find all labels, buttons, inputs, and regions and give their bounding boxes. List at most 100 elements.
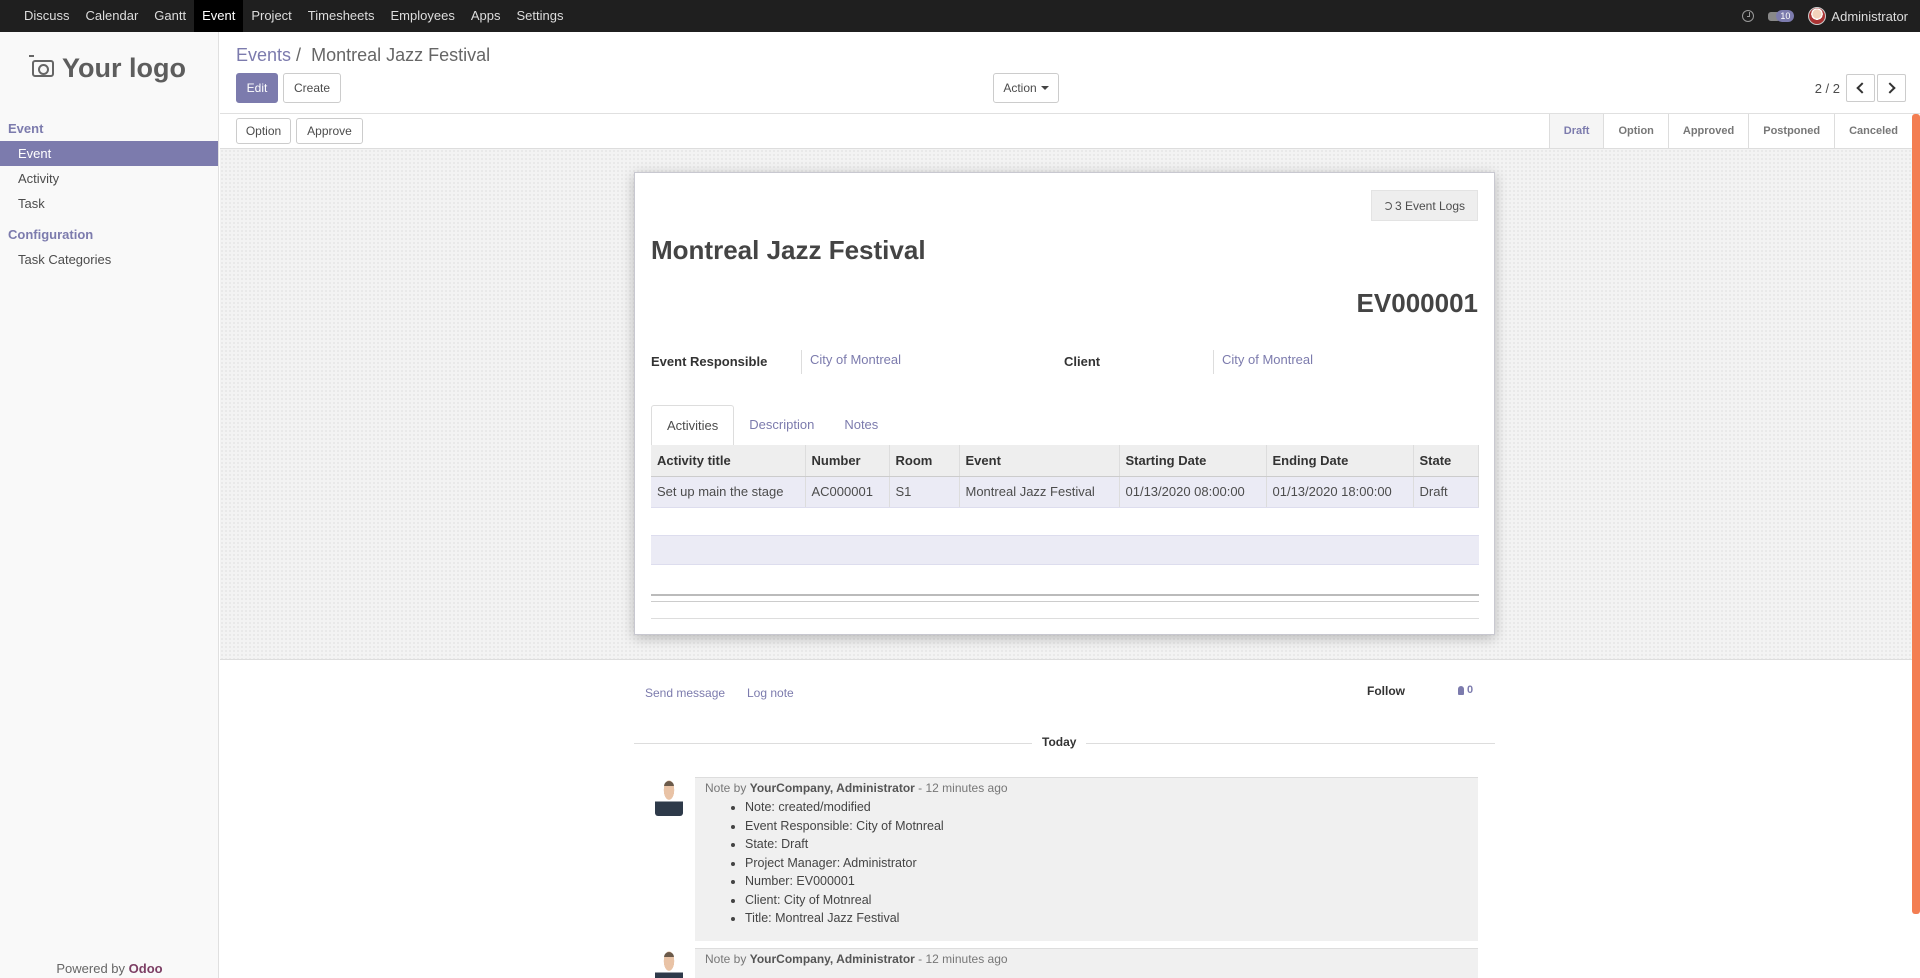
- sidebar-item-task-categories[interactable]: Task Categories: [0, 247, 218, 272]
- cell-ending-date: 01/13/2020 18:00:00: [1266, 476, 1414, 508]
- sidebar-item-task[interactable]: Task: [0, 191, 218, 216]
- edit-button[interactable]: Edit: [236, 73, 278, 103]
- date-separator: Today: [1032, 735, 1087, 749]
- pager: 2 / 2: [1815, 74, 1906, 102]
- menu-event[interactable]: Event: [194, 0, 244, 32]
- list-item: Title: Montreal Jazz Festival: [745, 909, 1478, 928]
- sidebar-item-event[interactable]: Event: [0, 141, 218, 166]
- pager-previous-button[interactable]: [1846, 74, 1875, 102]
- list-item: Number: EV000001: [745, 872, 1478, 891]
- event-title: Montreal Jazz Festival: [651, 235, 926, 265]
- chevron-right-icon: [1884, 82, 1896, 94]
- user-avatar: [1808, 7, 1827, 25]
- log-note-button[interactable]: Log note: [747, 686, 794, 700]
- tab-description[interactable]: Description: [734, 405, 829, 446]
- tab-notes[interactable]: Notes: [829, 405, 893, 446]
- menu-timesheets[interactable]: Timesheets: [300, 0, 383, 32]
- pager-next-button[interactable]: [1877, 74, 1906, 102]
- top-navbar: Discuss Calendar Gantt Event Project Tim…: [0, 0, 1920, 32]
- client-label: Client: [1064, 354, 1101, 369]
- column-room[interactable]: Room: [889, 445, 960, 477]
- stage-pipeline: Draft Option Approved Postponed Canceled: [1548, 114, 1912, 148]
- scrollbar-accent[interactable]: [1912, 114, 1920, 914]
- user-menu[interactable]: Administrator: [1808, 7, 1908, 25]
- followers-button[interactable]: 0: [1458, 684, 1473, 696]
- column-state[interactable]: State: [1413, 445, 1479, 477]
- sidebar-section-configuration: Configuration: [8, 227, 94, 242]
- empty-table-row: [651, 535, 1479, 565]
- followers-count: 0: [1467, 684, 1474, 696]
- menu-settings[interactable]: Settings: [508, 0, 571, 32]
- send-message-button[interactable]: Send message: [645, 686, 725, 700]
- breadcrumb-events-link[interactable]: Events: [236, 45, 291, 65]
- user-icon: [1458, 685, 1464, 695]
- form-bottom-divider: [651, 618, 1479, 619]
- sidebar-item-activity[interactable]: Activity: [0, 166, 218, 191]
- author-avatar[interactable]: [655, 951, 683, 978]
- history-icon: [1383, 201, 1392, 210]
- table-row[interactable]: Set up main the stage AC000001 S1 Montre…: [651, 476, 1479, 508]
- menu-employees[interactable]: Employees: [383, 0, 463, 32]
- chatter-divider: [220, 659, 1912, 660]
- message-author[interactable]: YourCompany, Administrator: [750, 952, 915, 966]
- cell-number: AC000001: [805, 476, 890, 508]
- stage-postponed[interactable]: Postponed: [1748, 114, 1834, 148]
- tab-activities[interactable]: Activities: [651, 405, 735, 446]
- form-sheet: 3 Event Logs Montreal Jazz Festival EV00…: [634, 172, 1495, 635]
- stage-canceled[interactable]: Canceled: [1834, 114, 1912, 148]
- company-logo[interactable]: Your logo: [0, 32, 218, 104]
- camera-icon: [29, 54, 54, 77]
- form-statusbar: Option Approve Draft Option Approved Pos…: [220, 114, 1912, 149]
- logo-text: Your logo: [62, 52, 186, 83]
- stage-option[interactable]: Option: [1603, 114, 1667, 148]
- approve-button[interactable]: Approve: [296, 118, 363, 144]
- column-activity-title[interactable]: Activity title: [651, 445, 806, 477]
- breadcrumb-separator: /: [296, 45, 302, 65]
- list-item: Project Manager: Administrator: [745, 854, 1478, 873]
- chatter-message: Note by YourCompany, Administrator - 12 …: [695, 948, 1478, 978]
- message-time: - 12 minutes ago: [918, 952, 1008, 966]
- menu-calendar[interactable]: Calendar: [78, 0, 147, 32]
- cell-state: Draft: [1413, 476, 1479, 508]
- sidebar-section-event: Event: [8, 121, 44, 136]
- table-footer-divider: [651, 594, 1479, 596]
- event-responsible-label: Event Responsible: [651, 354, 768, 369]
- follow-button[interactable]: Follow: [1367, 684, 1405, 698]
- control-panel: Events / Montreal Jazz Festival Edit Cre…: [220, 32, 1920, 114]
- systray: 10 Administrator: [1742, 0, 1920, 32]
- event-logs-button[interactable]: 3 Event Logs: [1371, 190, 1478, 221]
- event-logs-label: 3 Event Logs: [1394, 198, 1466, 213]
- column-ending-date[interactable]: Ending Date: [1266, 445, 1414, 477]
- option-button[interactable]: Option: [236, 118, 291, 144]
- client-field[interactable]: City of Montreal: [1213, 350, 1313, 374]
- chatter-message: Note by YourCompany, Administrator - 12 …: [695, 777, 1478, 941]
- column-event[interactable]: Event: [959, 445, 1120, 477]
- message-time: - 12 minutes ago: [918, 781, 1008, 795]
- stage-draft[interactable]: Draft: [1548, 114, 1604, 148]
- column-number[interactable]: Number: [805, 445, 890, 477]
- menu-project[interactable]: Project: [243, 0, 299, 32]
- author-avatar[interactable]: [655, 780, 683, 816]
- menu-discuss[interactable]: Discuss: [16, 0, 78, 32]
- cell-starting-date: 01/13/2020 08:00:00: [1119, 476, 1267, 508]
- cell-event: Montreal Jazz Festival: [959, 476, 1120, 508]
- activity-clock-icon[interactable]: [1742, 10, 1755, 22]
- sidebar: Your logo Event Event Activity Task Conf…: [0, 32, 219, 978]
- pager-value[interactable]: 2 / 2: [1815, 81, 1840, 96]
- odoo-link[interactable]: Odoo: [129, 961, 163, 976]
- event-responsible-field[interactable]: City of Montreal: [801, 350, 901, 374]
- stage-approved[interactable]: Approved: [1667, 114, 1748, 148]
- chevron-left-icon: [1856, 82, 1868, 94]
- message-count-badge: 10: [1776, 10, 1795, 22]
- menu-apps[interactable]: Apps: [463, 0, 509, 32]
- table-footer-line: [651, 601, 1479, 602]
- create-button[interactable]: Create: [283, 73, 341, 103]
- action-dropdown[interactable]: Action: [993, 73, 1059, 103]
- column-starting-date[interactable]: Starting Date: [1119, 445, 1267, 477]
- menu-gantt[interactable]: Gantt: [146, 0, 194, 32]
- activities-table: Activity title Number Room Event Startin…: [651, 445, 1479, 508]
- messaging-menu[interactable]: 10: [1768, 10, 1795, 22]
- caret-down-icon: [1040, 86, 1049, 90]
- message-author[interactable]: YourCompany, Administrator: [750, 781, 915, 795]
- list-item: Client: City of Motnreal: [745, 891, 1478, 910]
